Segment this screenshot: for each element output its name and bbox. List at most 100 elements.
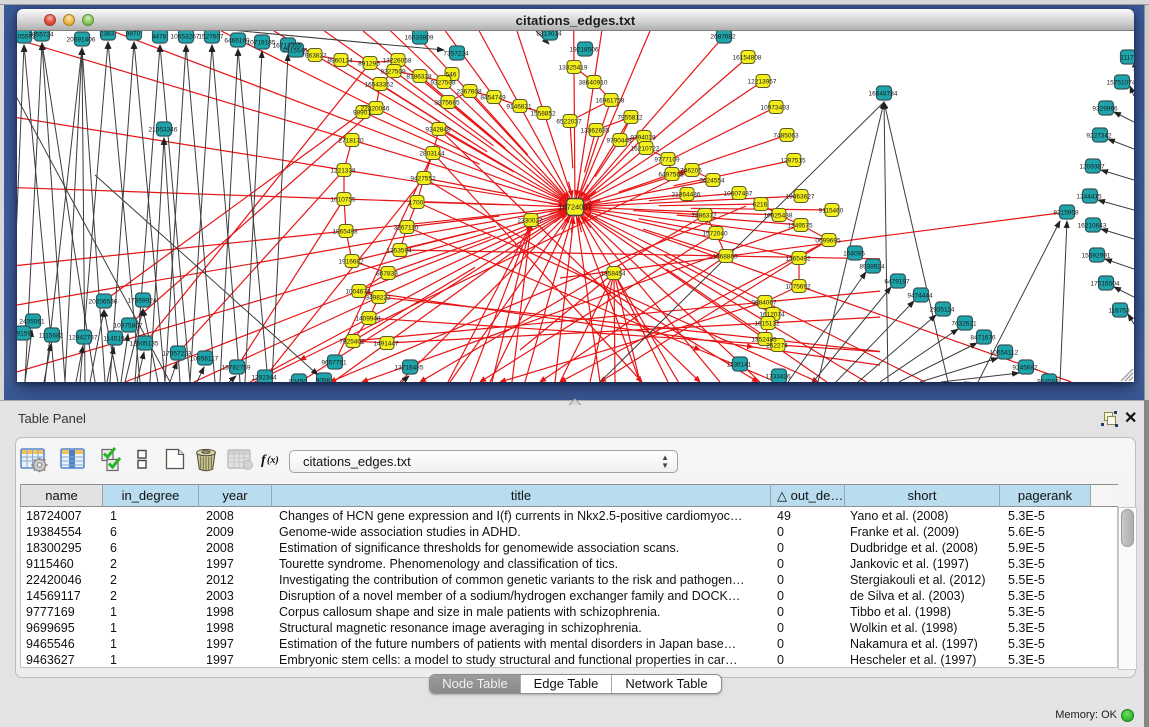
svg-text:8813014: 8813014 [536, 31, 562, 37]
svg-text:1292344: 1292344 [251, 374, 277, 381]
svg-text:2330027: 2330027 [517, 217, 543, 224]
svg-text:9474444: 9474444 [907, 292, 933, 299]
svg-text:1209387: 1209387 [1079, 163, 1105, 170]
svg-text:18724007: 18724007 [558, 203, 591, 212]
svg-text:1365492: 1365492 [785, 255, 811, 262]
svg-text:17016504: 17016504 [1091, 280, 1120, 287]
svg-text:10653267: 10653267 [171, 33, 200, 40]
svg-text:1733426: 1733426 [765, 373, 791, 380]
svg-text:1010755: 1010755 [330, 196, 356, 203]
svg-text:8186328: 8186328 [406, 73, 432, 80]
svg-text:1117: 1117 [1120, 54, 1134, 61]
svg-text:10958117: 10958117 [190, 355, 219, 362]
svg-text:2687682: 2687682 [710, 33, 736, 40]
svg-text:9327508: 9327508 [430, 79, 456, 86]
svg-text:15751074: 15751074 [1107, 79, 1134, 86]
svg-text:1965498: 1965498 [332, 228, 358, 235]
svg-text:9098: 9098 [316, 377, 331, 382]
svg-text:867833: 867833 [376, 270, 398, 277]
svg-text:16210722: 16210722 [631, 145, 660, 152]
svg-text:10654112: 10654112 [990, 349, 1019, 356]
svg-text:7632621: 7632621 [951, 320, 977, 327]
svg-text:7955812: 7955812 [617, 114, 643, 121]
svg-text:8215958: 8215958 [1053, 209, 1079, 216]
svg-text:1115682: 1115682 [39, 332, 64, 339]
svg-text:2367608: 2367608 [456, 88, 482, 95]
svg-text:9777109: 9777109 [654, 156, 680, 163]
svg-text:9794028: 9794028 [630, 134, 656, 141]
svg-text:9245682: 9245682 [1012, 364, 1038, 371]
svg-text:6522037: 6522037 [556, 118, 582, 125]
svg-text:924568: 924568 [1037, 378, 1059, 382]
svg-text:9684067: 9684067 [751, 299, 777, 306]
svg-text:98901: 98901 [353, 109, 371, 116]
svg-text:1700: 1700 [409, 199, 424, 206]
svg-text:6479197: 6479197 [884, 278, 910, 285]
svg-text:1409948: 1409948 [355, 315, 381, 322]
svg-text:8960124: 8960124 [327, 57, 353, 64]
svg-text:9115460: 9115460 [819, 207, 844, 214]
svg-text:1612074: 1612074 [759, 311, 785, 318]
svg-text:16961758: 16961758 [596, 97, 625, 104]
svg-text:164095: 164095 [843, 250, 865, 257]
svg-text:7485063: 7485063 [773, 132, 799, 139]
svg-text:1297515: 1297515 [780, 157, 806, 164]
svg-text:92450: 92450 [289, 378, 307, 382]
svg-text:38640910: 38640910 [579, 79, 608, 86]
svg-text:12505135: 12505135 [130, 340, 159, 347]
svg-text:3498222: 3498222 [365, 294, 391, 301]
svg-text:9242848: 9242848 [425, 126, 451, 133]
svg-text:2718170: 2718170 [338, 137, 364, 144]
svg-text:2055724: 2055724 [28, 31, 54, 38]
svg-text:12213967: 12213967 [748, 78, 777, 85]
svg-text:1136141: 1136141 [727, 361, 752, 368]
svg-text:116753: 116753 [1108, 307, 1130, 314]
svg-text:12942737: 12942737 [69, 334, 98, 341]
svg-text:6497568: 6497568 [658, 171, 684, 178]
svg-text:13325419: 13325419 [559, 64, 588, 71]
svg-text:19218506: 19218506 [570, 46, 599, 53]
svg-text:252274: 252274 [766, 342, 788, 349]
svg-text:8471676: 8471676 [970, 334, 996, 341]
svg-text:1353594: 1353594 [386, 247, 412, 254]
svg-text:114519: 114519 [103, 335, 125, 342]
svg-text:1615132: 1615132 [754, 320, 780, 327]
svg-text:20206536: 20206536 [89, 298, 118, 305]
svg-text:15692991: 15692991 [1082, 252, 1111, 259]
svg-text:9870: 9870 [126, 31, 141, 37]
svg-text:2435061: 2435061 [19, 318, 45, 325]
svg-text:20691406: 20691406 [67, 36, 96, 43]
svg-text:21053346: 21053346 [149, 126, 178, 133]
svg-text:1916682: 1916682 [338, 258, 364, 265]
svg-text:10975867: 10975867 [114, 322, 143, 329]
svg-text:10025438: 10025438 [764, 212, 793, 219]
svg-text:4478: 4478 [152, 33, 167, 40]
svg-text:16033809: 16033809 [405, 34, 434, 41]
svg-text:1075692: 1075692 [785, 283, 811, 290]
svg-text:1527607: 1527607 [198, 33, 224, 40]
svg-text:9327509: 9327509 [380, 68, 406, 75]
svg-text:9657791: 9657791 [321, 359, 347, 366]
svg-text:0699695: 0699695 [815, 237, 841, 244]
svg-text:13716485: 13716485 [395, 364, 424, 371]
svg-text:1221338: 1221338 [330, 167, 356, 174]
svg-text:7663822: 7663822 [301, 52, 327, 59]
svg-text:6216: 6216 [753, 201, 768, 208]
svg-text:13362635: 13362635 [581, 127, 610, 134]
svg-text:2383: 2383 [100, 31, 115, 37]
svg-text:9427552: 9427552 [410, 175, 436, 182]
svg-text:17957223: 17957223 [163, 350, 192, 357]
svg-text:16154808: 16154808 [733, 54, 762, 61]
svg-text:21364436: 21364436 [672, 191, 701, 198]
svg-text:1349575: 1349575 [787, 222, 813, 229]
svg-text:9790448: 9790448 [606, 137, 632, 144]
svg-text:8938924: 8938924 [859, 263, 885, 270]
svg-text:16648784: 16648784 [869, 90, 898, 97]
svg-text:9227342: 9227342 [1086, 132, 1112, 139]
svg-text:1572040: 1572040 [702, 230, 728, 237]
svg-text:3875685: 3875685 [434, 99, 460, 106]
svg-text:9146821: 9146821 [506, 103, 532, 110]
svg-text:7986372: 7986372 [691, 212, 717, 219]
svg-text:(x): (x) [267, 455, 279, 466]
svg-text:19463627: 19463627 [786, 193, 815, 200]
